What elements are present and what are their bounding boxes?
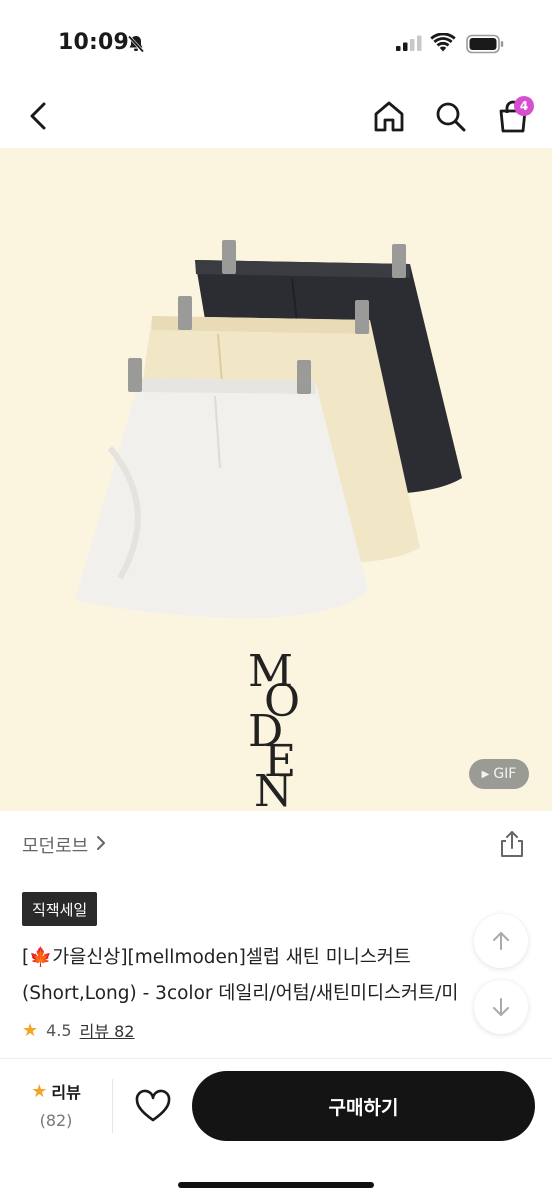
shop-name: 모던로브 xyxy=(22,836,89,857)
buy-button[interactable]: 구매하기 xyxy=(192,1071,535,1141)
star-icon: ★ xyxy=(31,1080,48,1102)
chevron-right-icon xyxy=(96,835,106,856)
gif-label: GIF xyxy=(493,766,517,782)
product-title: [🍁가을신상][mellmoden]셀럽 새틴 미니스커트 (Short,Lon… xyxy=(22,940,492,1012)
share-button[interactable] xyxy=(498,829,526,859)
rating-row: ★ 4.5 리뷰 82 xyxy=(22,1018,134,1042)
arrow-up-icon xyxy=(493,932,509,950)
shop-link[interactable]: 모던로브 xyxy=(22,832,106,858)
status-time: 10:09 xyxy=(58,30,130,55)
product-image[interactable]: M O D E N ▶ GIF xyxy=(0,148,552,811)
heart-icon xyxy=(135,1089,171,1122)
play-icon: ▶ xyxy=(481,768,490,780)
review-summary-button[interactable]: ★ 리뷰 (82) xyxy=(26,1079,86,1131)
vertical-divider xyxy=(112,1079,113,1133)
arrow-down-icon xyxy=(493,998,509,1016)
bottom-action-bar: ★ 리뷰 (82) 구매하기 xyxy=(0,1059,552,1200)
back-button[interactable] xyxy=(24,98,56,134)
cellular-signal-icon xyxy=(396,35,422,55)
home-button[interactable] xyxy=(372,98,406,134)
review-summary-count: (82) xyxy=(39,1111,73,1130)
gif-toggle-button[interactable]: ▶ GIF xyxy=(469,759,529,789)
shop-row: 모던로브 xyxy=(0,811,552,875)
bell-off-icon xyxy=(126,34,146,58)
chevron-left-icon xyxy=(30,102,46,130)
scroll-to-bottom-button[interactable] xyxy=(474,980,528,1034)
sale-badge: 직잭세일 xyxy=(22,892,98,926)
review-link[interactable]: 리뷰 82 xyxy=(80,1018,135,1042)
logo-letter-n: N xyxy=(254,766,293,811)
scroll-to-top-button[interactable] xyxy=(474,914,528,968)
star-icon: ★ xyxy=(22,1019,39,1041)
cart-count-badge: 4 xyxy=(514,96,534,116)
wishlist-button[interactable] xyxy=(134,1089,172,1125)
home-indicator xyxy=(178,1182,374,1188)
review-summary-title: 리뷰 xyxy=(51,1083,81,1102)
search-icon xyxy=(436,102,466,132)
product-title-line-1: [🍁가을신상][mellmoden]셀럽 새틴 미니스커트 xyxy=(22,947,411,968)
top-nav-bar xyxy=(0,88,552,148)
wifi-icon xyxy=(430,32,456,57)
rating-value: 4.5 xyxy=(46,1020,72,1040)
product-title-line-2: (Short,Long) - 3color 데일리/어텀/새틴미디스커트/미 xyxy=(22,983,459,1004)
battery-icon xyxy=(466,34,504,58)
search-button[interactable] xyxy=(434,98,468,134)
share-icon xyxy=(501,831,523,857)
status-bar: 10:09 xyxy=(0,0,552,88)
home-icon xyxy=(374,101,404,132)
